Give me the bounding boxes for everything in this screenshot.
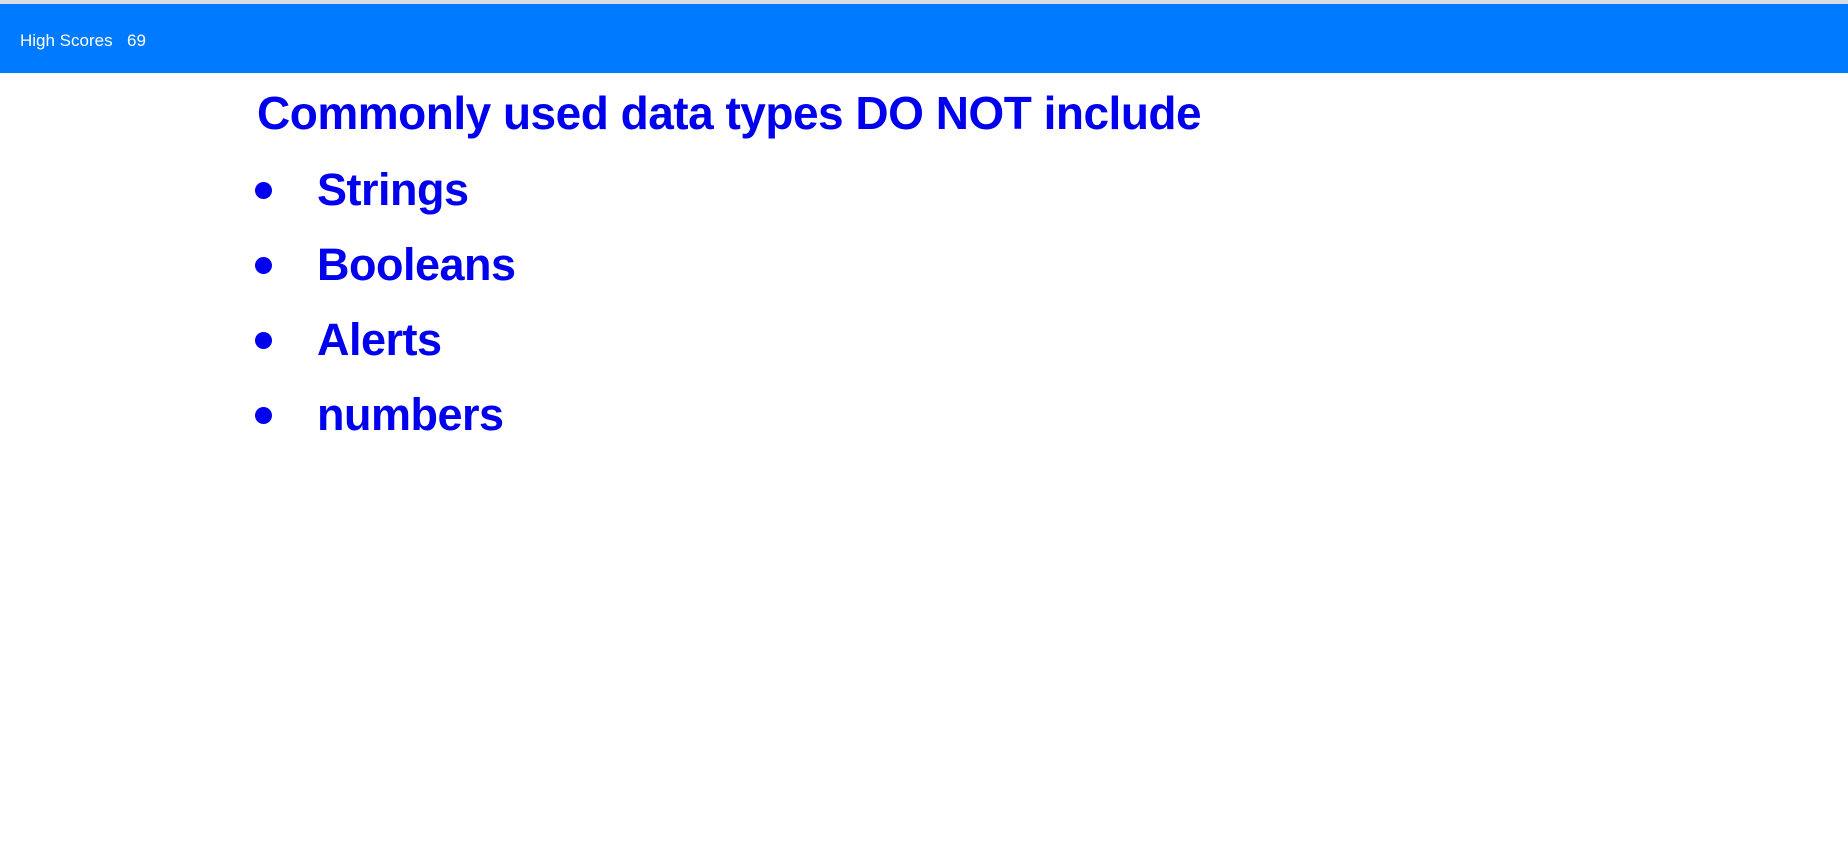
- bullet-icon: [255, 257, 272, 274]
- choice-label: Booleans: [317, 239, 516, 290]
- high-scores-link[interactable]: High Scores: [20, 31, 113, 51]
- bullet-icon: [255, 407, 272, 424]
- score-display: 69: [127, 31, 146, 50]
- bullet-icon: [255, 332, 272, 349]
- choice-label: numbers: [317, 389, 504, 440]
- header-bar: High Scores 69: [0, 4, 1848, 73]
- choice-label: Alerts: [317, 314, 442, 365]
- question-title: Commonly used data types DO NOT include: [257, 87, 1202, 139]
- bullet-icon: [255, 182, 272, 199]
- choice-label: Strings: [317, 164, 469, 215]
